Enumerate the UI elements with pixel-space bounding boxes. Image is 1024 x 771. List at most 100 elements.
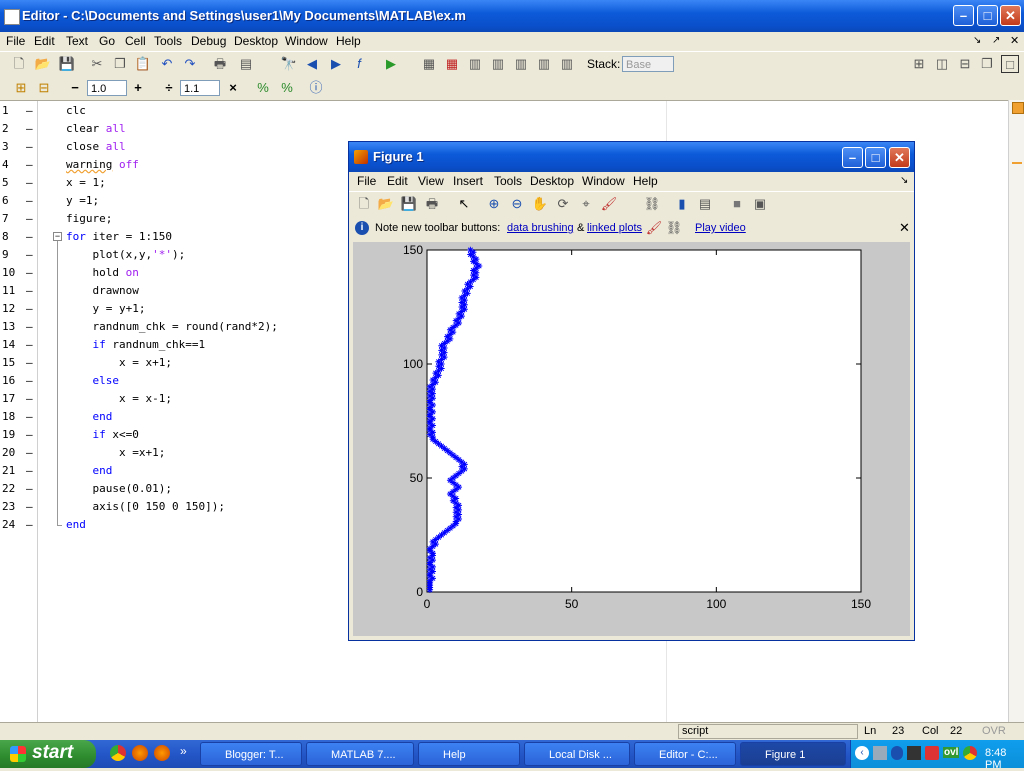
show-plot-tools-icon[interactable]: ▣	[751, 195, 769, 213]
task-editor[interactable]: Editor - C:...	[634, 742, 736, 766]
rotate-3d-icon[interactable]: ⟳	[554, 195, 572, 213]
code-line[interactable]: y =1;	[66, 194, 99, 207]
warning-marker[interactable]	[1012, 162, 1022, 164]
task-matlab[interactable]: MATLAB 7....	[306, 742, 414, 766]
open-file-icon[interactable]: 📂	[34, 55, 52, 73]
top-bottom-layout-icon[interactable]: ⊟	[956, 55, 974, 73]
menu-text[interactable]: Text	[66, 32, 88, 50]
breakpoint-clear-icon[interactable]: ▦	[443, 55, 461, 73]
security-icon[interactable]	[925, 746, 939, 760]
breakpoint-dash[interactable]: –	[26, 248, 33, 261]
tray-collapse-icon[interactable]: ‹	[855, 746, 869, 760]
code-line[interactable]: else	[66, 374, 120, 387]
back-icon[interactable]: ◀	[303, 55, 321, 73]
note-close-icon[interactable]: ✕	[899, 220, 910, 236]
code-line[interactable]: if randnum_chk==1	[66, 338, 206, 351]
tray-ovl[interactable]: ovl	[943, 747, 960, 758]
code-line[interactable]: if x<=0	[66, 428, 139, 441]
breakpoint-dash[interactable]: –	[26, 446, 33, 459]
scatter-plot[interactable]: 00 50 50 100 100 150 150	[353, 242, 910, 636]
hide-plot-tools-icon[interactable]: ■	[728, 195, 746, 213]
fig-open-icon[interactable]: 📂	[377, 195, 395, 213]
data-brushing-link[interactable]: data brushing	[507, 222, 574, 234]
print-icon[interactable]: 🖶	[211, 55, 229, 73]
task-blogger[interactable]: Blogger: T...	[200, 742, 302, 766]
breakpoint-dash[interactable]: –	[26, 464, 33, 477]
maximize-button[interactable]: □	[977, 5, 998, 26]
breakpoint-dash[interactable]: –	[26, 158, 33, 171]
eval-cell-icon[interactable]: ⊟	[35, 79, 53, 97]
menu-window[interactable]: Window	[285, 32, 328, 50]
brush-icon[interactable]: 🖌	[600, 195, 618, 213]
breakpoint-dash[interactable]: –	[26, 428, 33, 441]
play-video-link[interactable]: Play video	[695, 222, 746, 234]
code-line[interactable]: end	[66, 464, 113, 477]
breakpoint-dash[interactable]: –	[26, 374, 33, 387]
figure-close-button[interactable]: ✕	[889, 147, 910, 168]
figure-window[interactable]: Figure 1 – □ ✕ File Edit View Insert Too…	[348, 141, 915, 641]
decrement-button[interactable]: −	[66, 79, 84, 97]
step-out-icon[interactable]: ▥	[512, 55, 530, 73]
step-icon[interactable]: ▥	[466, 55, 484, 73]
code-line[interactable]: x =x+1;	[66, 446, 165, 459]
warning-indicator-icon[interactable]	[1012, 102, 1024, 114]
message-bar[interactable]	[1008, 100, 1024, 722]
divide-value-field[interactable]: 1.1	[180, 80, 220, 96]
publish-icon[interactable]: ▤	[237, 55, 255, 73]
multiply-button[interactable]: ×	[224, 79, 242, 97]
minimize-button[interactable]: –	[953, 5, 974, 26]
task-help[interactable]: Help	[418, 742, 520, 766]
breakpoint-dash[interactable]: –	[26, 518, 33, 531]
exit-debug-icon[interactable]: ▥	[558, 55, 576, 73]
figure-maximize-button[interactable]: □	[865, 147, 886, 168]
breakpoint-dash[interactable]: –	[26, 194, 33, 207]
fig-menu-tools[interactable]: Tools	[494, 172, 522, 190]
firefox-icon[interactable]	[132, 745, 148, 761]
find-icon[interactable]: 🔭	[280, 55, 298, 73]
menu-debug[interactable]: Debug	[191, 32, 226, 50]
task-figure-1[interactable]: Figure 1	[740, 742, 846, 766]
menu-undock-icon[interactable]: ↘	[973, 32, 981, 50]
code-line[interactable]: end	[66, 410, 113, 423]
code-line[interactable]: figure;	[66, 212, 112, 225]
zoom-out-icon[interactable]: ⊖	[508, 195, 526, 213]
breakpoint-dash[interactable]: –	[26, 500, 33, 513]
figure-minimize-button[interactable]: –	[842, 147, 863, 168]
breakpoint-dash[interactable]: –	[26, 482, 33, 495]
hide-cell-titles-icon[interactable]: %	[278, 79, 296, 97]
code-line[interactable]: end	[66, 518, 86, 531]
function-icon[interactable]: f	[350, 55, 368, 73]
float-layout-icon[interactable]: ❐	[978, 55, 996, 73]
paste-icon[interactable]: 📋	[134, 55, 152, 73]
legend-icon[interactable]: ▤	[696, 195, 714, 213]
undo-icon[interactable]: ↶	[158, 55, 176, 73]
forward-icon[interactable]: ▶	[327, 55, 345, 73]
code-line[interactable]: axis([0 150 0 150]);	[66, 500, 224, 513]
cut-icon[interactable]: ✂	[88, 55, 106, 73]
code-line[interactable]: plot(x,y,'*');	[66, 248, 185, 261]
fig-menu-window[interactable]: Window	[582, 172, 625, 190]
redo-icon[interactable]: ↷	[181, 55, 199, 73]
fig-menu-insert[interactable]: Insert	[453, 172, 483, 190]
close-button[interactable]: ✕	[1000, 5, 1021, 26]
code-line[interactable]: randnum_chk = round(rand*2);	[66, 320, 277, 333]
show-cell-titles-icon[interactable]: %	[254, 79, 272, 97]
quick-launch-more-icon[interactable]: »	[180, 744, 187, 758]
code-line[interactable]: x = x+1;	[66, 356, 172, 369]
code-line[interactable]: pause(0.01);	[66, 482, 171, 495]
breakpoint-dash[interactable]: –	[26, 140, 33, 153]
figure-title-bar[interactable]: Figure 1 – □ ✕	[349, 142, 914, 172]
display-icon[interactable]	[907, 746, 921, 760]
continue-icon[interactable]: ▥	[535, 55, 553, 73]
menu-help[interactable]: Help	[336, 32, 361, 50]
menu-edit[interactable]: Edit	[34, 32, 55, 50]
code-line[interactable]: close all	[66, 140, 126, 153]
copy-icon[interactable]: ❐	[111, 55, 129, 73]
breakpoint-dash[interactable]: –	[26, 356, 33, 369]
breakpoint-dash[interactable]: –	[26, 104, 33, 117]
breakpoint-dash[interactable]: –	[26, 212, 33, 225]
menu-file[interactable]: File	[6, 32, 25, 50]
fold-collapse-icon[interactable]: −	[53, 232, 62, 241]
decrement-value-field[interactable]: 1.0	[87, 80, 127, 96]
breakpoint-dash[interactable]: –	[26, 284, 33, 297]
